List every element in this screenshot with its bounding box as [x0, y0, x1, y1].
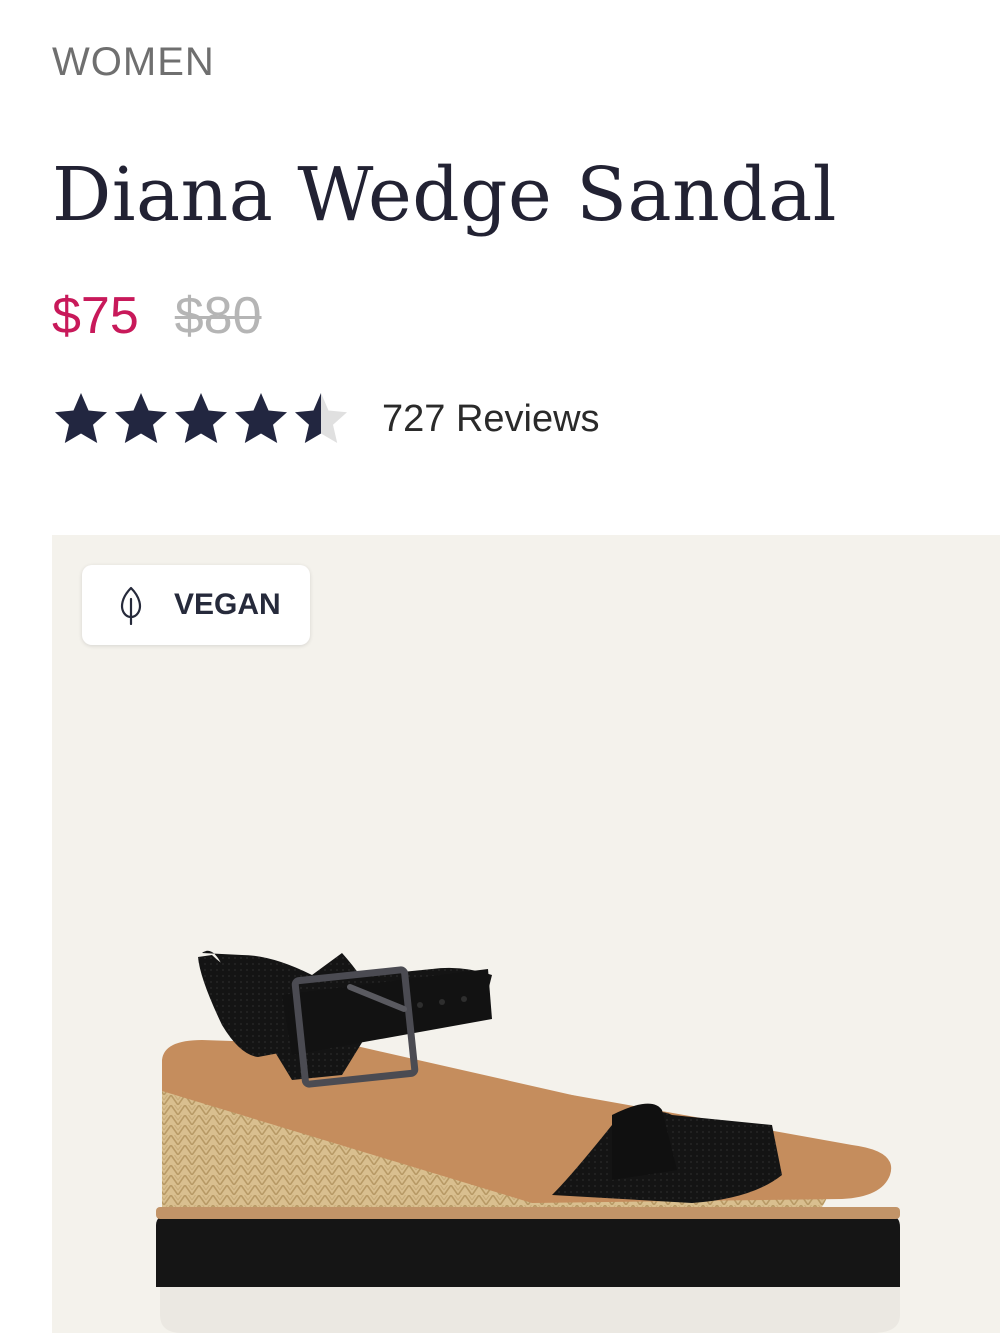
category-label: WOMEN — [52, 40, 215, 84]
star-icon — [235, 393, 287, 443]
star-icon — [295, 393, 347, 443]
sale-price: $75 — [52, 287, 139, 345]
product-image[interactable]: VEGAN — [52, 535, 1000, 1333]
star-icon — [175, 393, 227, 443]
star-icon — [115, 393, 167, 443]
price-row: $75 $80 — [52, 286, 262, 346]
product-title: Diana Wedge Sandal — [52, 152, 837, 238]
star-icon — [55, 393, 107, 443]
rating-row[interactable]: 727 Reviews — [52, 390, 600, 448]
reviews-link[interactable]: 727 Reviews — [382, 398, 600, 441]
star-rating — [52, 390, 352, 448]
original-price: $80 — [174, 287, 262, 345]
sandal-image — [156, 950, 900, 1333]
